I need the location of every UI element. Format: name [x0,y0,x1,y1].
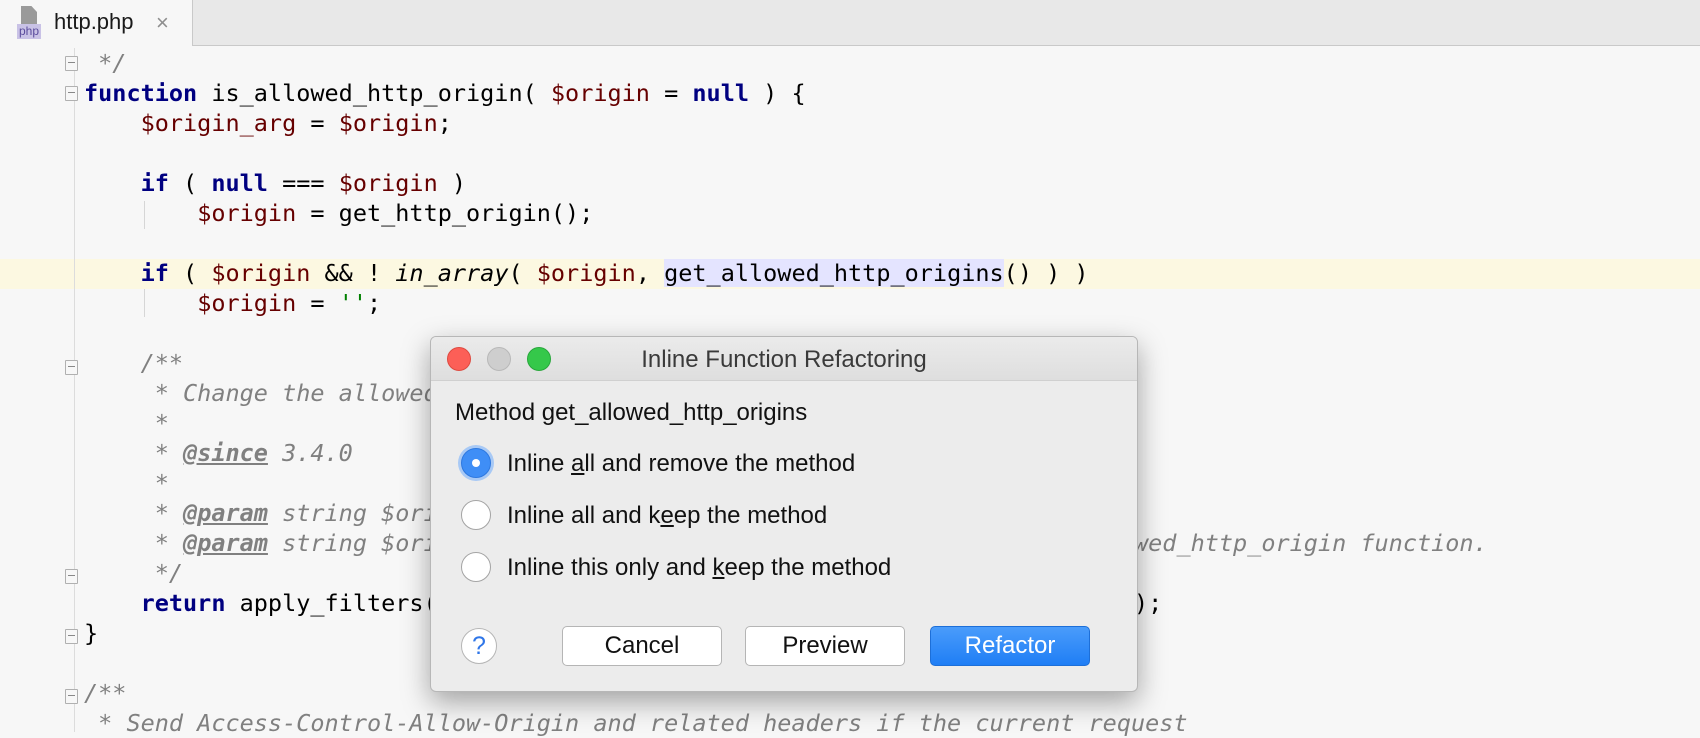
code-line: * Change the allowed [84,379,438,407]
fold-icon[interactable] [65,360,78,375]
code-line: /** [84,349,184,377]
code-line: if ( null === $origin ) [140,169,467,197]
dialog-title: Inline Function Refactoring [641,346,927,373]
preview-button[interactable]: Preview [745,626,905,666]
code-line: */ [84,49,127,77]
code-line-tail: ); [1134,589,1163,617]
close-icon[interactable]: × [156,10,169,36]
cancel-button[interactable]: Cancel [562,626,722,666]
tab-http-php[interactable]: php http.php × [0,0,193,46]
tab-title: http.php [54,9,134,34]
code-line: * @since 3.4.0 [84,439,353,467]
editor-tab-bar: php http.php × [0,0,1700,46]
php-file-icon: php [17,6,45,39]
code-line: * [84,409,169,437]
code-line: $origin = ''; [197,289,382,317]
code-line: /** [84,679,127,707]
code-line: */ [84,559,184,587]
code-line: * Send Access-Control-Allow-Origin and r… [84,709,1188,737]
code-line: $origin_arg = $origin; [140,109,452,137]
code-line: * @param string $ori [84,529,438,557]
refactor-button[interactable]: Refactor [930,626,1090,666]
option-label: Inline this only and keep the method [507,554,892,581]
radio-button-checked[interactable] [461,448,491,478]
code-line: $origin = get_http_origin(); [197,199,594,227]
fold-icon[interactable] [65,569,78,584]
help-button[interactable]: ? [461,628,497,664]
radio-button[interactable] [461,500,491,530]
radio-button[interactable] [461,552,491,582]
option-label: Inline all and remove the method [507,450,856,477]
code-line: } [84,619,99,647]
method-heading: Method get_allowed_http_origins [455,399,808,426]
function-usage-highlight[interactable]: get_allowed_http_origins [664,259,1004,287]
fold-icon[interactable] [65,629,78,644]
code-line: * @param string $ori [84,499,438,527]
code-line: * [84,469,169,497]
code-line: if ( $origin && ! in_array( $origin, get… [140,259,1089,287]
dialog-titlebar[interactable]: Inline Function Refactoring [431,337,1137,381]
code-line: return apply_filters( [140,589,438,617]
fold-icon[interactable] [65,56,78,71]
fold-icon[interactable] [65,689,78,704]
inline-function-refactoring-dialog: Inline Function Refactoring Method get_a… [430,336,1138,692]
code-line: function is_allowed_http_origin( $origin… [84,79,806,107]
code-line-tail: wed_http_origin function. [1134,529,1488,557]
php-badge: php [17,24,42,39]
fold-icon[interactable] [65,86,78,101]
option-label: Inline all and keep the method [507,502,828,529]
